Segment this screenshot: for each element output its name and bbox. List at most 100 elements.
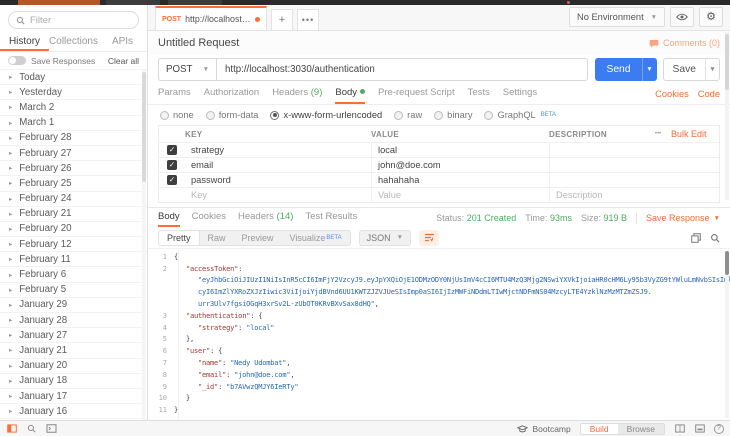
body-mode-form-data[interactable]: form-data	[206, 110, 259, 120]
search-icon[interactable]	[710, 233, 720, 243]
history-date-item[interactable]: ▸January 28	[0, 313, 147, 328]
history-date-item[interactable]: ▸February 26	[0, 161, 147, 176]
url-input[interactable]	[216, 58, 588, 81]
request-tab-authorization[interactable]: Authorization	[204, 83, 259, 104]
history-date-item[interactable]: ▸January 27	[0, 328, 147, 343]
history-date-item[interactable]: ▸February 27	[0, 146, 147, 161]
main-scrollbar[interactable]	[725, 32, 729, 200]
history-date-item[interactable]: ▸February 5	[0, 283, 147, 298]
two-pane-icon[interactable]	[674, 424, 685, 433]
help-icon[interactable]: ?	[714, 424, 724, 434]
response-tab-test-results[interactable]: Test Results	[305, 208, 357, 227]
checkbox-checked-icon[interactable]: ✓	[167, 145, 177, 155]
format-select[interactable]: JSON ▼	[359, 230, 411, 246]
table-placeholder-row[interactable]: KeyValueDescription	[159, 187, 719, 202]
history-date-item[interactable]: ▸March 1	[0, 116, 147, 131]
cell-value[interactable]: john@doe.com	[371, 158, 549, 172]
bootcamp-button[interactable]: Bootcamp	[517, 424, 570, 434]
history-date-item[interactable]: ▸Yesterday	[0, 85, 147, 100]
history-date-item[interactable]: ▸January 18	[0, 374, 147, 389]
response-tab-headers[interactable]: Headers (14)	[238, 208, 293, 227]
request-tab-settings[interactable]: Settings	[503, 83, 537, 104]
send-button[interactable]: Send ▼	[595, 58, 656, 81]
wrap-text-button[interactable]	[419, 230, 439, 246]
environment-select[interactable]: No Environment ▼	[569, 7, 665, 27]
cell-value[interactable]: Value	[371, 188, 549, 202]
request-tab-pre-request-script[interactable]: Pre-request Script	[378, 83, 455, 104]
history-date-item[interactable]: ▸February 21	[0, 207, 147, 222]
cell-description[interactable]	[549, 173, 719, 187]
body-mode-x-www-form-urlencoded[interactable]: x-www-form-urlencoded	[270, 110, 382, 120]
history-date-item[interactable]: ▸January 17	[0, 389, 147, 404]
request-tab-headers[interactable]: Headers (9)	[272, 83, 322, 104]
cell-key[interactable]: password	[185, 173, 371, 187]
request-tab-tests[interactable]: Tests	[468, 83, 490, 104]
view-mode-pretty[interactable]: Pretty	[159, 231, 200, 245]
sidebar-scrollbar[interactable]	[142, 70, 146, 420]
clear-all-link[interactable]: Clear all	[108, 56, 139, 66]
request-tab-body[interactable]: Body	[335, 83, 365, 104]
response-tab-body[interactable]: Body	[158, 208, 180, 227]
save-options-caret[interactable]: ▼	[705, 59, 719, 80]
browse-tab[interactable]: Browse	[618, 424, 664, 434]
response-body-viewer[interactable]: 1{2"accessToken":"eyJhbGciOiJIUzI1NiIsIn…	[148, 248, 730, 420]
checkbox-checked-icon[interactable]: ✓	[167, 175, 177, 185]
history-date-item[interactable]: ▸February 12	[0, 237, 147, 252]
save-button[interactable]: Save ▼	[663, 58, 720, 81]
request-tab-params[interactable]: Params	[158, 83, 191, 104]
sidebar-tab-apis[interactable]: APIs	[98, 33, 147, 51]
code-link[interactable]: Code	[698, 85, 720, 104]
history-date-item[interactable]: ▸February 20	[0, 222, 147, 237]
view-mode-preview[interactable]: Preview	[234, 231, 282, 245]
history-date-item[interactable]: ▸February 28	[0, 131, 147, 146]
history-date-item[interactable]: ▸February 11	[0, 252, 147, 267]
cell-key[interactable]: strategy	[185, 143, 371, 157]
environment-quick-look-button[interactable]	[670, 7, 694, 27]
cell-key[interactable]: email	[185, 158, 371, 172]
history-date-item[interactable]: ▸March 2	[0, 100, 147, 115]
cell-value[interactable]: local	[371, 143, 549, 157]
new-tab-button[interactable]: +	[271, 9, 293, 30]
cell-value[interactable]: hahahaha	[371, 173, 549, 187]
response-tab-cookies[interactable]: Cookies	[192, 208, 226, 227]
tab-options-button[interactable]: •••	[297, 9, 319, 30]
sidebar-tab-history[interactable]: History	[0, 33, 49, 51]
view-mode-raw[interactable]: Raw	[200, 231, 234, 245]
column-options-icon[interactable]: •••	[645, 131, 671, 137]
cell-description[interactable]	[549, 158, 719, 172]
history-date-item[interactable]: ▸January 21	[0, 343, 147, 358]
cookies-link[interactable]: Cookies	[655, 85, 689, 104]
history-date-item[interactable]: ▸February 25	[0, 176, 147, 191]
copy-icon[interactable]	[691, 233, 701, 243]
history-date-item[interactable]: ▸February 6	[0, 267, 147, 282]
environment-settings-button[interactable]: ⚙	[699, 7, 723, 27]
checkbox-checked-icon[interactable]: ✓	[167, 160, 177, 170]
shortcuts-icon[interactable]	[694, 424, 705, 433]
sidebar-tab-collections[interactable]: Collections	[49, 33, 98, 51]
sidebar-toggle-icon[interactable]	[6, 424, 17, 433]
table-row[interactable]: ✓ strategylocal	[159, 142, 719, 157]
filter-input[interactable]	[30, 15, 131, 26]
history-date-item[interactable]: ▸January 20	[0, 359, 147, 374]
send-options-caret[interactable]: ▼	[642, 58, 657, 81]
cell-description[interactable]	[549, 143, 719, 157]
view-mode-visualize[interactable]: VisualizeBETA	[282, 231, 350, 245]
body-mode-graphql[interactable]: GraphQLBETA	[484, 110, 555, 120]
history-date-item[interactable]: ▸February 24	[0, 192, 147, 207]
filter-search-box[interactable]	[8, 11, 139, 29]
build-tab[interactable]: Build	[581, 424, 618, 434]
method-select[interactable]: POST ▼	[158, 58, 216, 81]
comments-button[interactable]: Comments (0)	[649, 38, 720, 48]
table-row[interactable]: ✓ passwordhahahaha	[159, 172, 719, 187]
open-request-tab[interactable]: POST http://localhost:3030/authenti...	[155, 6, 267, 30]
body-mode-binary[interactable]: binary	[434, 110, 472, 120]
cell-key[interactable]: Key	[185, 188, 371, 202]
save-response-button[interactable]: Save Response ▼	[646, 210, 720, 227]
history-date-item[interactable]: ▸January 29	[0, 298, 147, 313]
save-responses-toggle[interactable]	[8, 56, 26, 65]
body-mode-raw[interactable]: raw	[394, 110, 422, 120]
code-scrollbar[interactable]	[725, 251, 729, 418]
search-icon[interactable]	[26, 424, 37, 433]
body-mode-none[interactable]: none	[160, 110, 194, 120]
cell-description[interactable]: Description	[549, 188, 719, 202]
